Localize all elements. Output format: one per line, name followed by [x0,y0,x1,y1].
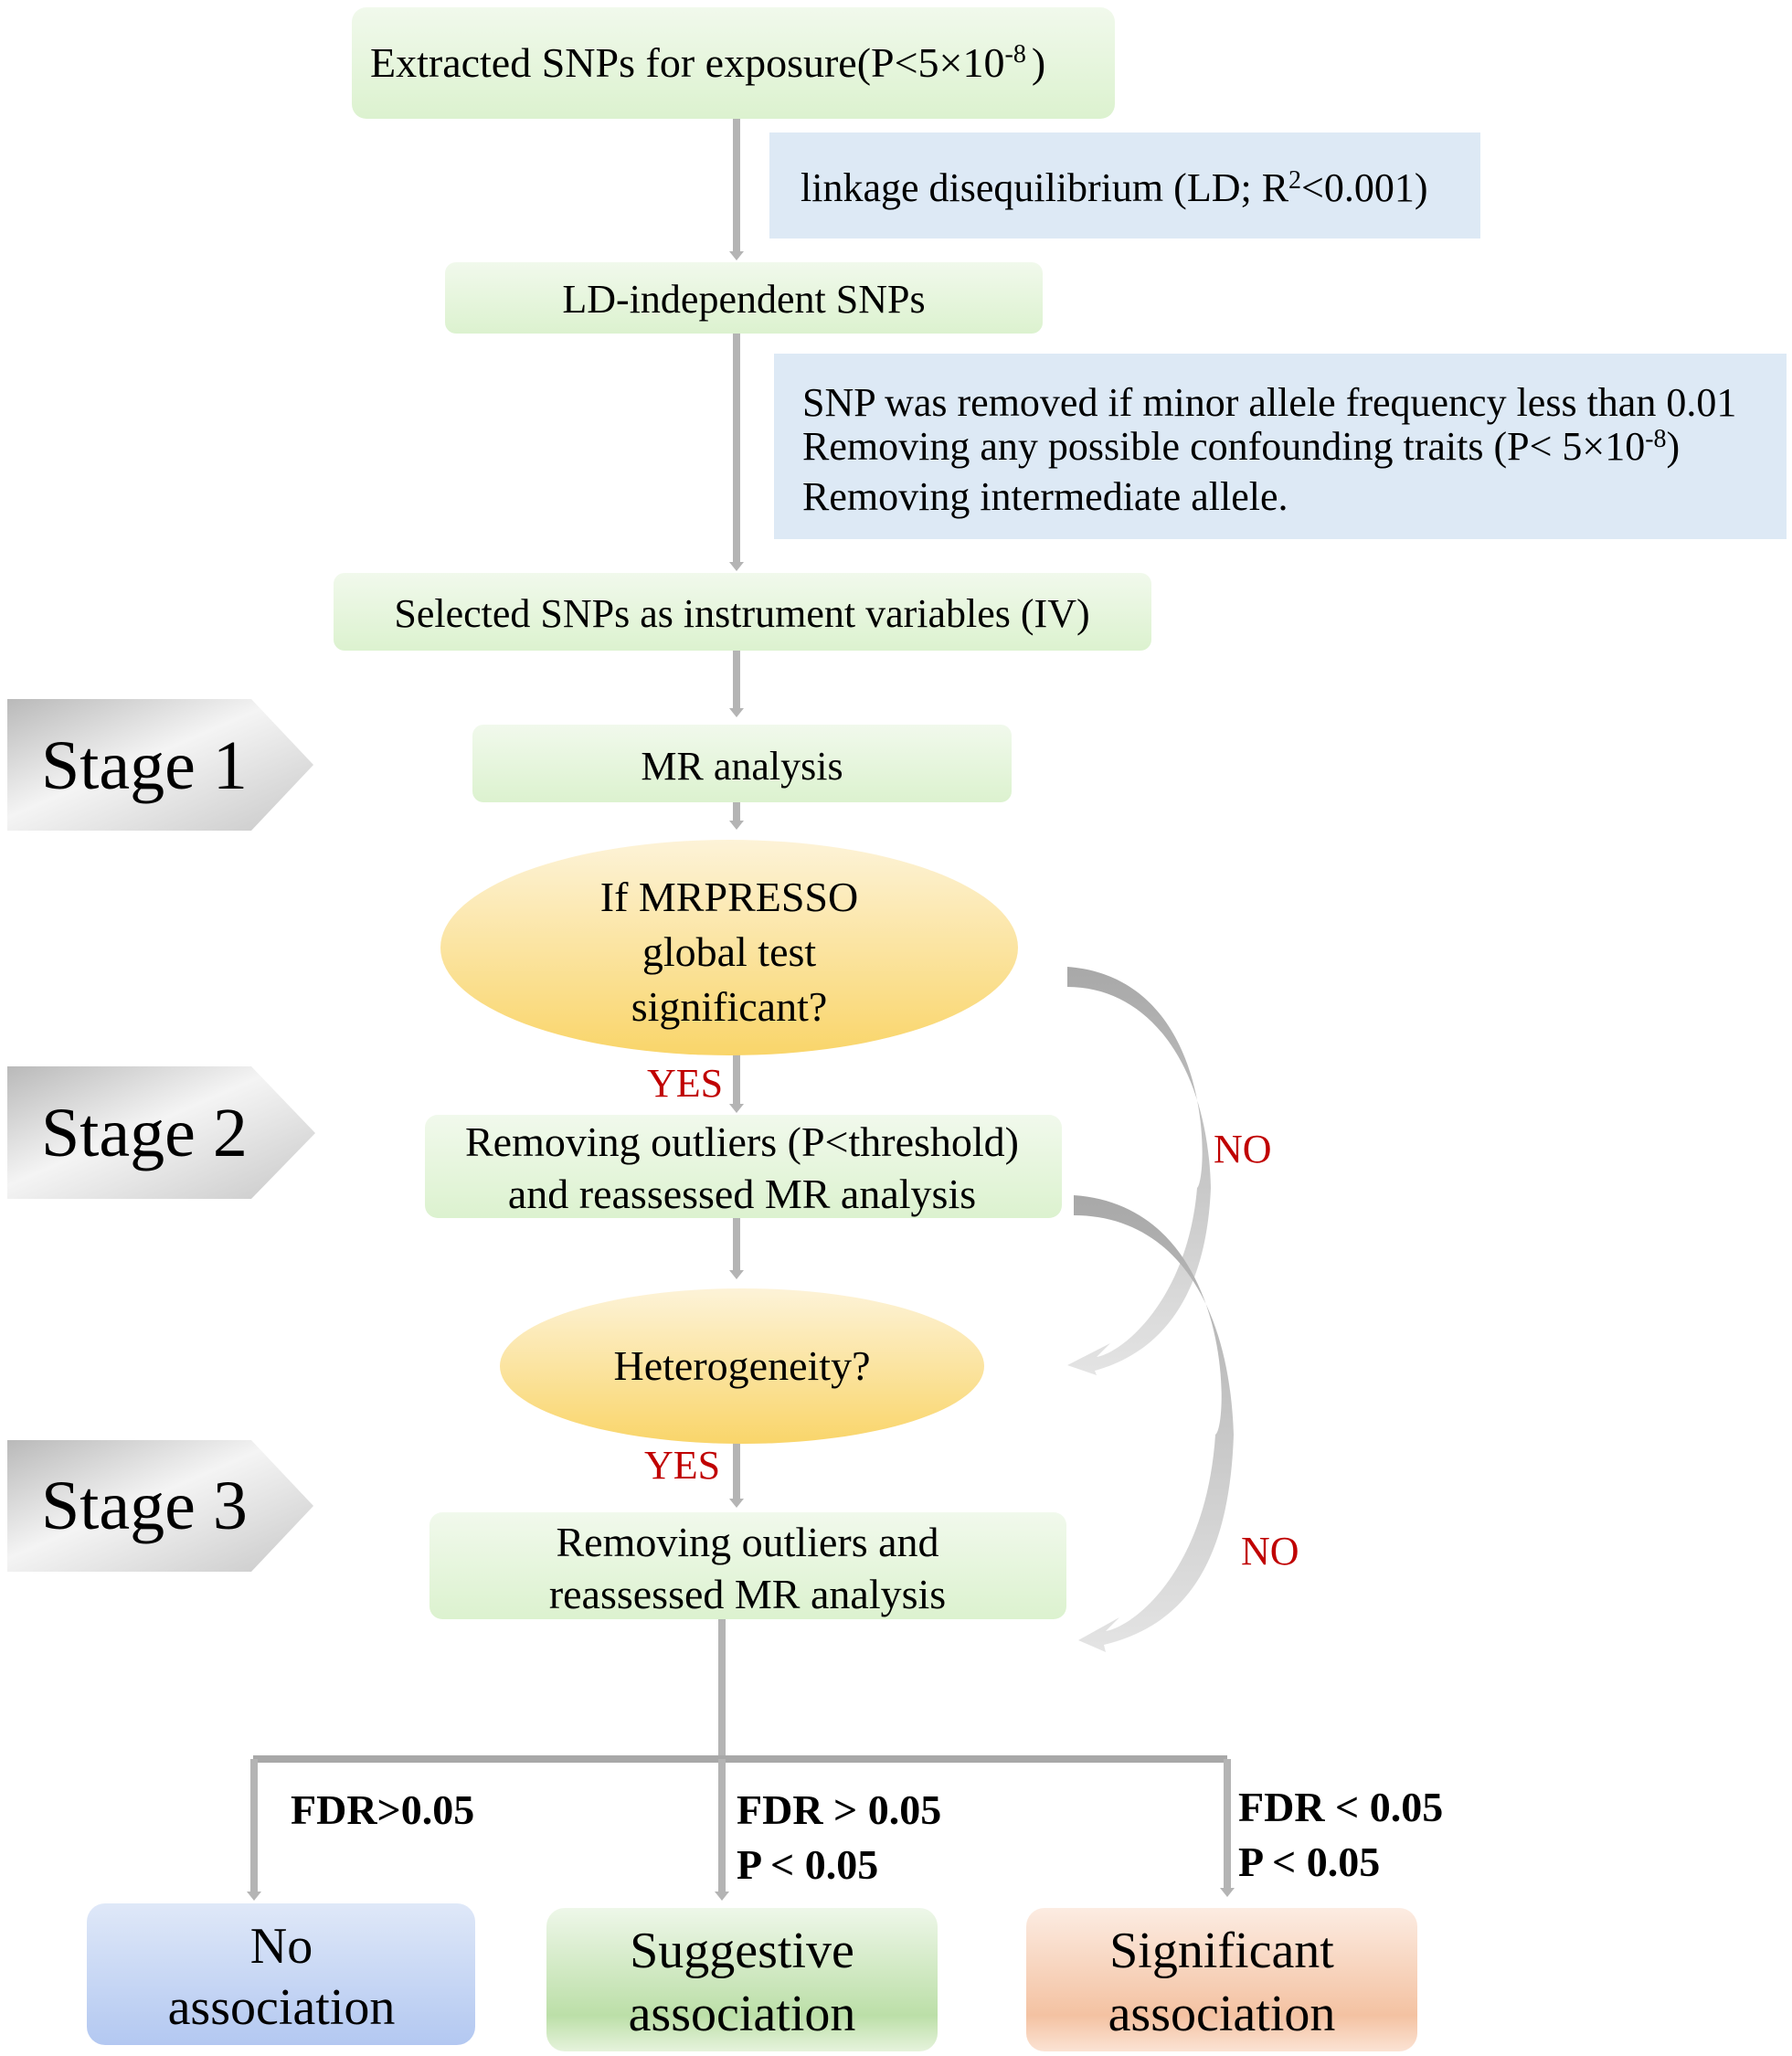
extract-snps-box: Extracted SNPs for exposure(P<5×10-8) [352,7,1115,119]
no-label: NO [1214,1127,1272,1171]
branch-condition-3: FDR < 0.05 P < 0.05 [1238,1784,1443,1885]
decision-text: If MRPRESSO [600,874,858,920]
decision-text: significant? [631,983,828,1030]
condition-text: P < 0.05 [1238,1839,1380,1885]
condition-text: FDR>0.05 [291,1786,474,1833]
result-text: Significant [1109,1923,1334,1979]
filter-note-line: Removing intermediate allele. [802,474,1288,519]
result-no-association: No association [87,1903,475,2045]
result-suggestive-association: Suggestive association [546,1908,938,2051]
selected-iv-text: Selected SNPs as instrument variables (I… [394,591,1089,636]
arrowhead-icon [247,1892,261,1901]
no-label: NO [1241,1529,1299,1574]
process-text: Removing outliers (P<threshold) [465,1118,1019,1165]
arrowhead-icon [729,708,744,717]
mrpresso-decision: If MRPRESSO global test significant? [440,840,1018,1055]
decision-text: global test [642,928,817,975]
extract-snps-text: Extracted SNPs for exposure(P<5×10-8) [370,39,1045,86]
stage-label: Stage 2 [41,1095,248,1171]
result-text: association [629,1986,856,2042]
arrowhead-icon [729,562,744,571]
process-text: Removing outliers and [556,1519,938,1565]
filter-note-line: Removing any possible confounding traits… [802,424,1680,469]
decision-text: Heterogeneity? [614,1342,871,1389]
ld-independent-box: LD-independent SNPs [445,262,1043,334]
arrowhead-icon [729,821,744,830]
process-text: and reassessed MR analysis [508,1171,976,1217]
result-text: association [1108,1986,1336,2042]
stage-label: Stage 3 [41,1468,248,1544]
arrowhead-icon [729,251,744,260]
selected-iv-box: Selected SNPs as instrument variables (I… [334,573,1151,651]
ld-independent-text: LD-independent SNPs [562,277,925,322]
yes-label: YES [647,1061,723,1106]
heterogeneity-decision: Heterogeneity? [500,1288,984,1444]
stage-label: Stage 1 [41,727,248,804]
arrowhead-icon [1220,1888,1235,1897]
remove-outliers-box-2: Removing outliers and reassessed MR anal… [429,1512,1066,1619]
yes-label: YES [644,1443,720,1488]
ld-note-text: linkage disequilibrium (LD; R2<0.001) [801,165,1428,210]
arrowhead-icon [729,1104,744,1113]
stage-tag-3: Stage 3 [7,1440,313,1572]
remove-outliers-box-1: Removing outliers (P<threshold) and reas… [425,1115,1062,1218]
branch-condition-2: FDR > 0.05 P < 0.05 [737,1786,941,1888]
arrowhead-icon [729,1499,744,1508]
filter-note-line: SNP was removed if minor allele frequenc… [802,380,1736,425]
process-text: reassessed MR analysis [549,1571,946,1617]
arrowhead-icon [729,1270,744,1279]
no-arrow-1 [1067,967,1211,1375]
stage-tag-1: Stage 1 [7,699,313,831]
mr-analysis-box: MR analysis [472,725,1012,802]
ld-note-box: linkage disequilibrium (LD; R2<0.001) [769,132,1480,238]
mr-flowchart: Extracted SNPs for exposure(P<5×10-8) li… [7,7,1787,2051]
curved-arrow-icon [1067,967,1211,1375]
condition-text: P < 0.05 [737,1841,878,1888]
arrowhead-icon [715,1892,729,1901]
condition-text: FDR < 0.05 [1238,1784,1443,1830]
condition-text: FDR > 0.05 [737,1786,941,1833]
result-text: Suggestive [630,1923,854,1979]
filter-note-box: SNP was removed if minor allele frequenc… [774,354,1787,539]
stage-tag-2: Stage 2 [7,1066,315,1199]
result-significant-association: Significant association [1026,1908,1417,2051]
branch-condition-1: FDR>0.05 [291,1786,474,1833]
mr-analysis-text: MR analysis [641,744,843,789]
result-text: No [250,1918,313,1975]
curved-arrow-icon [1074,1195,1234,1652]
result-text: association [168,1979,396,2036]
no-arrow-2 [1074,1195,1234,1652]
